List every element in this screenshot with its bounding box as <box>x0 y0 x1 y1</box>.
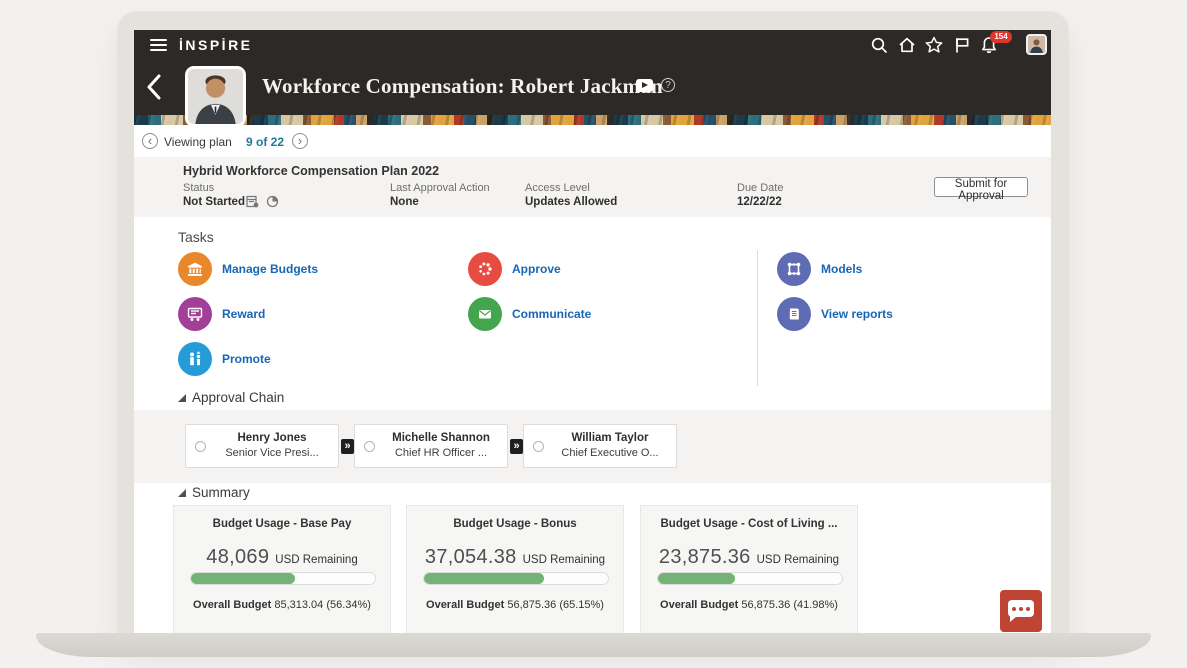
budget-card-bonus: Budget Usage - Bonus 37,054.38USD Remain… <box>406 505 624 633</box>
approver-radio[interactable] <box>533 441 544 452</box>
promote-people-icon <box>178 342 212 376</box>
viewing-plan-label: Viewing plan <box>164 135 232 149</box>
model-nodes-icon <box>777 252 811 286</box>
previous-plan-button[interactable]: ‹ <box>142 133 158 149</box>
report-scroll-icon <box>777 297 811 331</box>
plan-navigation: ‹ Viewing plan 9 of 22 › <box>134 125 1051 157</box>
approval-chain-panel: Henry Jones Senior Vice Presi... » Miche… <box>134 410 1051 483</box>
status-label: Status <box>183 182 214 194</box>
due-date-value: 12/22/22 <box>737 196 782 208</box>
task-promote[interactable]: Promote <box>178 342 271 376</box>
access-level-label: Access Level <box>525 182 590 194</box>
status-value: Not Started <box>183 196 245 208</box>
task-manage-budgets[interactable]: Manage Budgets <box>178 252 318 286</box>
collapse-triangle-icon[interactable] <box>178 394 186 402</box>
help-icon[interactable]: ? <box>661 78 675 92</box>
budget-progress-bar <box>190 572 376 585</box>
task-view-reports[interactable]: View reports <box>777 297 893 331</box>
approver-card[interactable]: Michelle Shannon Chief HR Officer ... <box>354 424 508 468</box>
last-action-value: None <box>390 196 419 208</box>
chain-arrow-icon: » <box>341 439 354 454</box>
remaining-amount: 23,875.36 <box>659 546 751 568</box>
video-icon[interactable] <box>636 79 653 92</box>
dotted-circle-icon <box>468 252 502 286</box>
laptop-base <box>36 633 1151 657</box>
budget-progress-bar <box>657 572 843 585</box>
user-avatar[interactable] <box>1026 34 1047 55</box>
bank-icon <box>178 252 212 286</box>
page: İNSPİRE 154 <box>0 0 1187 668</box>
submit-for-approval-button[interactable]: Submit for Approval <box>934 177 1028 197</box>
approver-card[interactable]: Henry Jones Senior Vice Presi... <box>185 424 339 468</box>
approver-card[interactable]: William Taylor Chief Executive O... <box>523 424 677 468</box>
last-action-label: Last Approval Action <box>390 182 490 194</box>
status-icons <box>246 195 279 208</box>
menu-icon[interactable] <box>150 39 167 51</box>
approver-radio[interactable] <box>195 441 206 452</box>
chat-bubble-icon <box>1008 600 1034 617</box>
approval-chain-heading: Approval Chain <box>178 390 284 405</box>
task-communicate[interactable]: Communicate <box>468 297 591 331</box>
next-plan-button[interactable]: › <box>292 133 308 149</box>
budget-progress-bar <box>423 572 609 585</box>
home-icon[interactable] <box>897 35 917 55</box>
access-level-value: Updates Allowed <box>525 196 617 208</box>
budget-card-cost-of-living: Budget Usage - Cost of Living ... 23,875… <box>640 505 858 633</box>
summary-heading: Summary <box>178 485 250 500</box>
app-screen: İNSPİRE 154 <box>134 30 1051 633</box>
back-button[interactable] <box>146 74 168 100</box>
notification-count-badge[interactable]: 154 <box>990 31 1012 43</box>
envelope-icon <box>468 297 502 331</box>
flag-icon[interactable] <box>952 35 972 55</box>
search-icon[interactable] <box>869 35 889 55</box>
collapse-triangle-icon[interactable] <box>178 489 186 497</box>
plan-info-panel: Hybrid Workforce Compensation Plan 2022 … <box>134 157 1051 217</box>
decorative-banner-strip <box>134 115 1051 125</box>
top-bar: İNSPİRE 154 <box>134 30 1051 60</box>
remaining-amount: 37,054.38 <box>425 546 517 568</box>
plan-name: Hybrid Workforce Compensation Plan 2022 <box>183 164 439 178</box>
plan-position[interactable]: 9 of 22 <box>246 135 284 149</box>
reward-board-icon <box>178 297 212 331</box>
remaining-amount: 48,069 <box>206 546 269 568</box>
favorites-star-icon[interactable] <box>924 35 944 55</box>
pie-chart-icon[interactable] <box>266 195 279 208</box>
page-title: Workforce Compensation: Robert Jackman <box>262 74 663 99</box>
approver-radio[interactable] <box>364 441 375 452</box>
chat-widget-button[interactable] <box>1000 590 1042 632</box>
employee-photo <box>185 66 246 127</box>
brand-logo: İNSPİRE <box>179 37 253 53</box>
budget-card-base-pay: Budget Usage - Base Pay 48,069USD Remain… <box>173 505 391 633</box>
task-reward[interactable]: Reward <box>178 297 265 331</box>
chain-arrow-icon: » <box>510 439 523 454</box>
worksheet-icon[interactable] <box>246 195 259 208</box>
task-models[interactable]: Models <box>777 252 862 286</box>
task-approve[interactable]: Approve <box>468 252 561 286</box>
tasks-column-divider <box>757 250 758 386</box>
due-date-label: Due Date <box>737 182 783 194</box>
tasks-heading: Tasks <box>178 229 214 245</box>
